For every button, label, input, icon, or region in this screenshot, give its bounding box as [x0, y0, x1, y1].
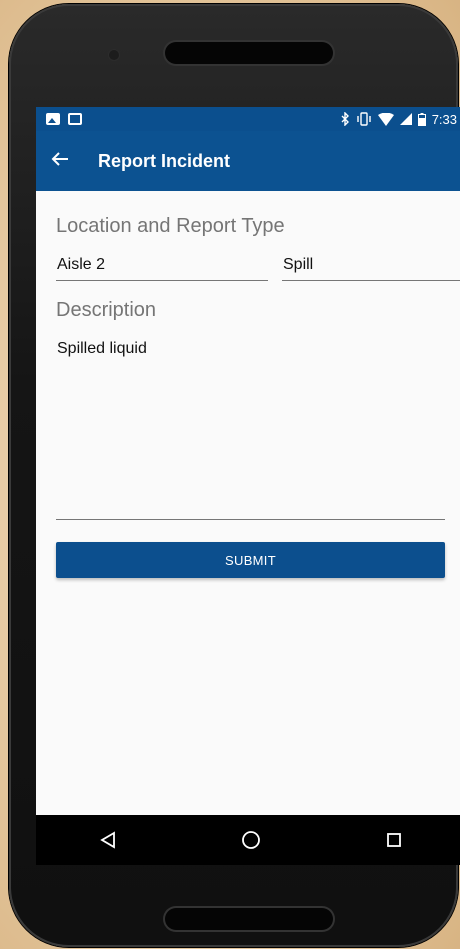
bottom-speaker [165, 908, 333, 930]
screen: 7:33 Report Incident Location and Report… [36, 107, 460, 865]
nav-back-button[interactable] [78, 820, 138, 860]
location-input[interactable] [56, 256, 268, 281]
nav-home-button[interactable] [221, 820, 281, 860]
top-speaker [165, 42, 333, 64]
phone-frame: 7:33 Report Incident Location and Report… [9, 4, 460, 947]
nav-bar [36, 815, 460, 865]
description-textarea[interactable]: Spilled liquid [56, 340, 445, 520]
status-bar: 7:33 [36, 107, 460, 131]
location-type-label: Location and Report Type [56, 215, 285, 237]
arrow-left-icon [51, 151, 68, 166]
status-right-icons: 7:33 [340, 112, 460, 127]
wifi-icon [377, 112, 394, 126]
location-type-row [56, 256, 460, 281]
front-camera [109, 50, 119, 60]
description-label: Description [56, 299, 157, 321]
status-time: 7:33 [431, 111, 457, 127]
bluetooth-icon [341, 112, 349, 126]
recents-square-icon [386, 833, 401, 847]
page-title: Report Incident [98, 150, 231, 171]
clipboard-check-icon [68, 113, 82, 125]
back-button[interactable] [36, 150, 84, 173]
nav-recents-button[interactable] [364, 820, 424, 860]
report-type-input[interactable] [282, 256, 460, 281]
home-circle-icon [241, 831, 260, 849]
submit-button[interactable]: SUBMIT [56, 542, 445, 578]
form-content: Location and Report Type Description Spi… [36, 215, 460, 578]
vibrate-icon [356, 112, 371, 126]
app-bar: Report Incident [36, 131, 460, 191]
back-triangle-icon [99, 831, 115, 849]
signal-icon [399, 113, 412, 125]
battery-icon [417, 112, 426, 126]
image-icon [46, 113, 60, 125]
status-left-icons [36, 113, 82, 125]
